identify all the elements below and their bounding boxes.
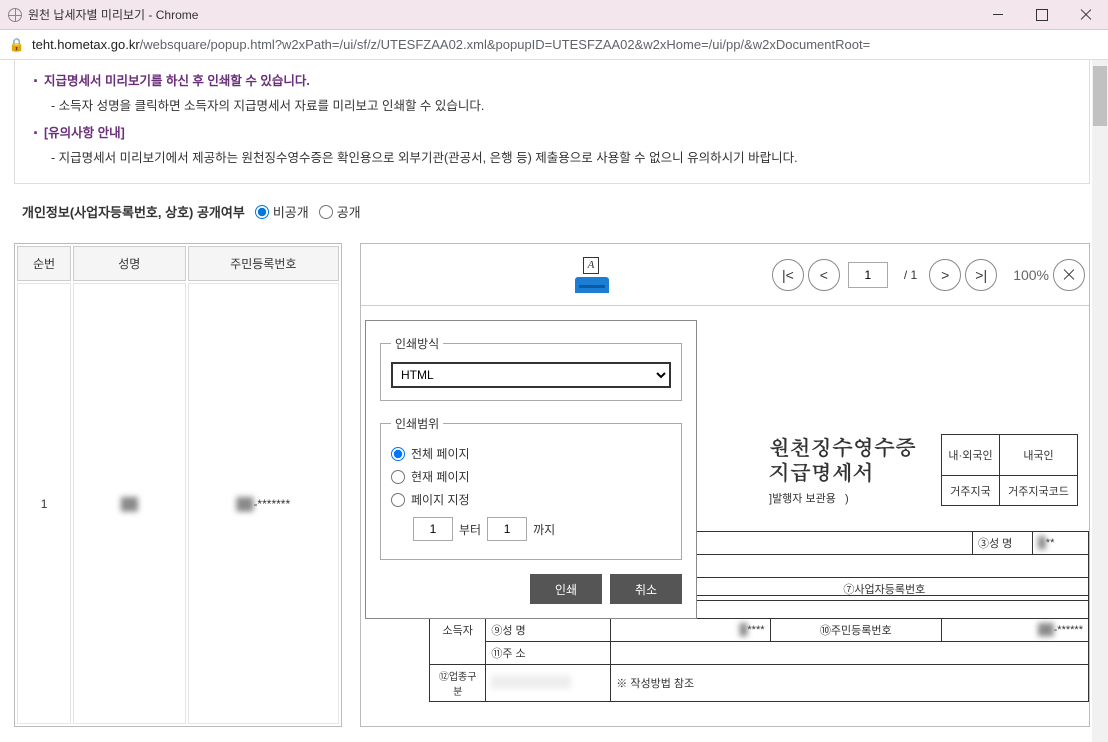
- range-current-radio[interactable]: [391, 470, 405, 484]
- col-header-name: 성명: [73, 246, 185, 281]
- print-button[interactable]: 인쇄: [530, 574, 602, 604]
- print-method-legend: 인쇄방식: [391, 335, 443, 352]
- info-detail-1: 소득자 성명을 클릭하면 소득자의 지급명세서 자료를 미리보고 인쇄할 수 있…: [33, 95, 1071, 118]
- info-title-1: 지급명세서 미리보기를 하신 후 인쇄할 수 있습니다.: [33, 66, 1071, 95]
- range-specify-radio[interactable]: [391, 493, 405, 507]
- recipient-table: 순번 성명 주민등록번호 1 ██ ██-*******: [14, 243, 342, 727]
- document-preview: 원천징수영수증 지급명세서 ]발행자 보관용 ) 내·외국인내국인 거주지국거주…: [769, 434, 1089, 506]
- scroll-thumb[interactable]: [1093, 66, 1107, 126]
- address-bar[interactable]: 🔒 teht.hometax.go.kr/websquare/popup.htm…: [0, 30, 1108, 60]
- print-range-legend: 인쇄범위: [391, 415, 443, 432]
- range-current-wrap[interactable]: 현재 페이지: [391, 465, 671, 488]
- browser-titlebar: 원천 납세자별 미리보기 - Chrome: [0, 0, 1108, 30]
- radio-private-wrap[interactable]: 비공개: [255, 202, 309, 221]
- window-title: 원천 납세자별 미리보기 - Chrome: [28, 6, 984, 23]
- viewer-close-button[interactable]: [1053, 259, 1085, 291]
- table-row[interactable]: 1 ██ ██-*******: [17, 283, 339, 724]
- col-header-no: 순번: [17, 246, 71, 281]
- prev-page-button[interactable]: <: [808, 259, 840, 291]
- globe-icon: [8, 8, 22, 22]
- range-all-radio[interactable]: [391, 447, 405, 461]
- first-page-button[interactable]: |<: [772, 259, 804, 291]
- close-button[interactable]: [1072, 5, 1100, 25]
- radio-public-wrap[interactable]: 공개: [319, 202, 361, 221]
- page-range-inputs: 부터 까지: [391, 517, 671, 541]
- print-method-select[interactable]: HTML: [391, 362, 671, 388]
- printer-icon[interactable]: A: [575, 257, 609, 293]
- page-total: / 1: [896, 268, 925, 282]
- print-method-fieldset: 인쇄방식 HTML: [380, 335, 682, 401]
- print-range-fieldset: 인쇄범위 전체 페이지 현재 페이지 페이지 지정: [380, 415, 682, 560]
- page-scrollbar[interactable]: [1092, 60, 1108, 742]
- last-page-button[interactable]: >|: [965, 259, 997, 291]
- privacy-option-row: 개인정보(사업자등록번호, 상호) 공개여부 비공개 공개: [14, 184, 1096, 233]
- window-controls: [984, 5, 1100, 25]
- cancel-button[interactable]: 취소: [610, 574, 682, 604]
- range-from-input[interactable]: [413, 517, 453, 541]
- maximize-button[interactable]: [1028, 5, 1056, 25]
- print-dialog: 인쇄방식 HTML 인쇄범위 전체 페이지 현재 페이지: [365, 320, 697, 619]
- url-text: teht.hometax.go.kr/websquare/popup.html?…: [32, 37, 870, 52]
- privacy-label: 개인정보(사업자등록번호, 상호) 공개여부: [22, 202, 245, 221]
- info-panel: 지급명세서 미리보기를 하신 후 인쇄할 수 있습니다. 소득자 성명을 클릭하…: [14, 60, 1090, 184]
- zoom-label: 100%: [1013, 267, 1049, 283]
- page-content: 지급명세서 미리보기를 하신 후 인쇄할 수 있습니다. 소득자 성명을 클릭하…: [0, 60, 1108, 742]
- minimize-button[interactable]: [984, 5, 1012, 25]
- info-detail-2: 지급명세서 미리보기에서 제공하는 원천징수영수증은 확인용으로 외부기관(관공…: [33, 147, 1071, 170]
- page-input[interactable]: [848, 262, 888, 288]
- viewer-toolbar: A |< < / 1 > >| 100%: [361, 244, 1089, 306]
- range-to-input[interactable]: [487, 517, 527, 541]
- range-specify-wrap[interactable]: 페이지 지정: [391, 488, 671, 511]
- viewer-body: 원천징수영수증 지급명세서 ]발행자 보관용 ) 내·외국인내국인 거주지국거주…: [361, 306, 1089, 726]
- lock-icon: 🔒: [10, 38, 24, 52]
- report-viewer: A |< < / 1 > >| 100%: [360, 243, 1090, 727]
- radio-private[interactable]: [255, 205, 269, 219]
- col-header-rrn: 주민등록번호: [188, 246, 339, 281]
- radio-public[interactable]: [319, 205, 333, 219]
- info-title-2: [유의사항 안내]: [33, 118, 1071, 147]
- next-page-button[interactable]: >: [929, 259, 961, 291]
- range-all-wrap[interactable]: 전체 페이지: [391, 442, 671, 465]
